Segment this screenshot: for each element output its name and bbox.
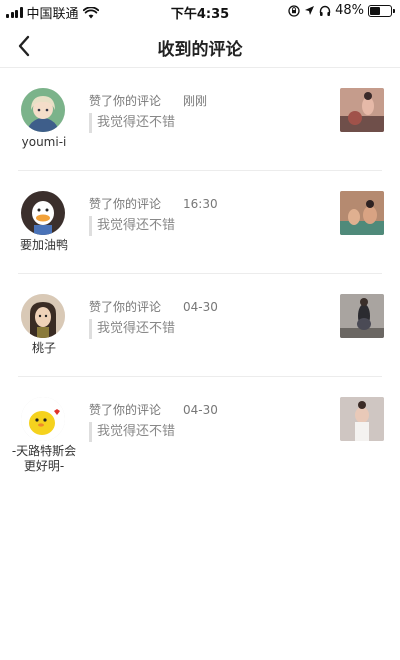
battery-percent: 48% xyxy=(335,3,364,18)
comment-row[interactable]: 桃子 赞了你的评论 04-30 我觉得还不错 xyxy=(0,274,400,377)
action-text: 赞了你的评论 xyxy=(89,300,162,314)
comment-time: 16:30 xyxy=(183,197,218,211)
user-name[interactable]: -天路特斯会更好明- xyxy=(6,444,82,474)
action-text: 赞了你的评论 xyxy=(89,403,162,417)
status-bar: 中国联通 下午4:35 48% xyxy=(0,0,400,22)
workout-photo-thumbnail[interactable] xyxy=(340,191,384,235)
quoted-comment[interactable]: 我觉得还不错 xyxy=(89,216,175,236)
comment-time: 04-30 xyxy=(183,403,218,417)
status-right: 48% xyxy=(288,3,395,18)
orientation-lock-icon xyxy=(288,4,300,17)
workout-photo-thumbnail[interactable] xyxy=(340,397,384,441)
quoted-comment[interactable]: 我觉得还不错 xyxy=(89,113,175,133)
action-text: 赞了你的评论 xyxy=(89,94,162,108)
duck-avatar[interactable] xyxy=(21,191,65,235)
nav-bar: 收到的评论 xyxy=(0,24,400,68)
comments-screen: 中国联通 下午4:35 48% 收到的评论 youmi-i 赞了你的评论 刚刚 … xyxy=(0,0,400,660)
action-text: 赞了你的评论 xyxy=(89,197,162,211)
workout-photo-thumbnail[interactable] xyxy=(340,294,384,338)
user-name[interactable]: 要加油鸭 xyxy=(6,238,82,253)
user-name[interactable]: 桃子 xyxy=(6,341,82,356)
comment-row[interactable]: 要加油鸭 赞了你的评论 16:30 我觉得还不错 xyxy=(0,171,400,274)
location-arrow-icon xyxy=(305,6,315,15)
action-line: 赞了你的评论 16:30 xyxy=(89,195,218,212)
comment-list: youmi-i 赞了你的评论 刚刚 我觉得还不错 要加油鸭 赞了你的评论 16:… xyxy=(0,68,400,480)
page-title: 收到的评论 xyxy=(157,40,243,60)
action-line: 赞了你的评论 04-30 xyxy=(89,298,218,315)
battery-icon xyxy=(368,4,395,17)
comment-row[interactable]: youmi-i 赞了你的评论 刚刚 我觉得还不错 xyxy=(0,68,400,171)
comment-time: 刚刚 xyxy=(183,94,208,108)
action-line: 赞了你的评论 刚刚 xyxy=(89,92,207,109)
headphones-icon xyxy=(319,5,331,16)
battery-level xyxy=(370,6,380,15)
workout-photo-thumbnail[interactable] xyxy=(340,88,384,132)
cartoon-girl-avatar[interactable] xyxy=(21,294,65,338)
quoted-comment[interactable]: 我觉得还不错 xyxy=(89,422,175,442)
quoted-comment[interactable]: 我觉得还不错 xyxy=(89,319,175,339)
comment-time: 04-30 xyxy=(183,300,218,314)
comment-row[interactable]: -天路特斯会更好明- 赞了你的评论 04-30 我觉得还不错 xyxy=(0,377,400,480)
user-name[interactable]: youmi-i xyxy=(6,135,82,150)
anime-girl-avatar[interactable] xyxy=(21,88,65,132)
yellow-chick-avatar[interactable] xyxy=(21,397,65,441)
action-line: 赞了你的评论 04-30 xyxy=(89,401,218,418)
